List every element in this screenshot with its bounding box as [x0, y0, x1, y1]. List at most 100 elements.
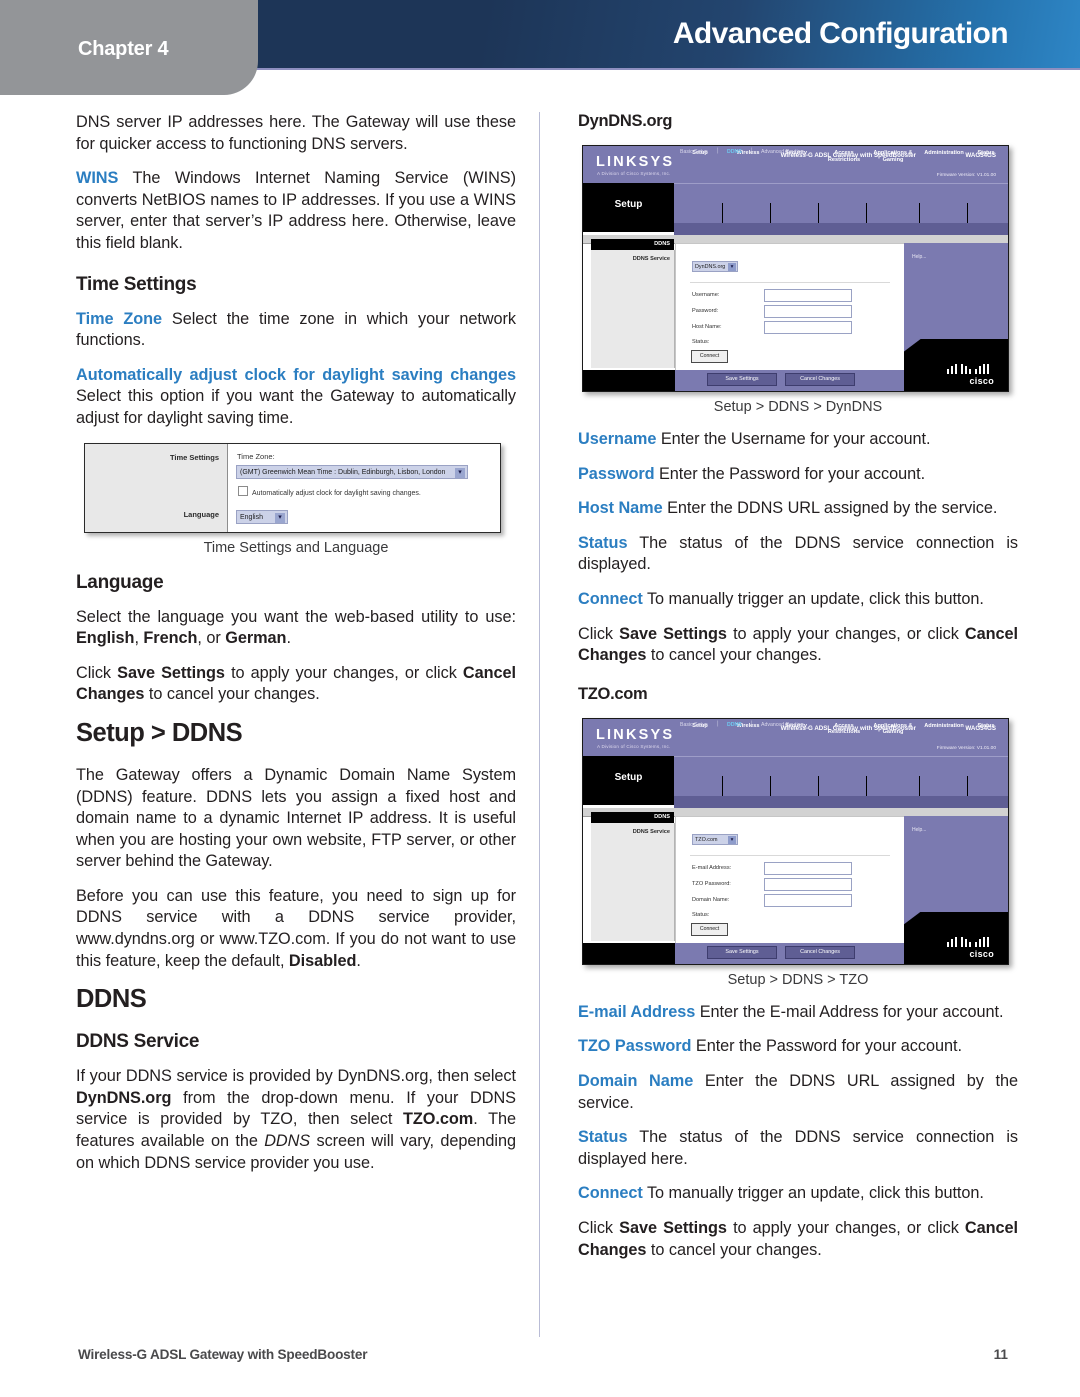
ddns-service-select[interactable]: TZO.com ▾	[692, 833, 738, 845]
field-label-status: Status:	[692, 339, 710, 345]
connect-button[interactable]: Connect	[691, 922, 728, 936]
tab-access-restrictions[interactable]: Access Restrictions	[822, 723, 866, 736]
tab-status[interactable]: Status	[969, 723, 1003, 730]
paragraph-domain-name: Domain Name Enter the DDNS URL assigned …	[578, 1071, 1018, 1112]
router-section-title: Setup	[614, 199, 643, 210]
linksys-logo-subtitle: A Division of Cisco Systems, Inc.	[597, 171, 671, 176]
cisco-bars-icon	[947, 363, 991, 374]
cisco-bars-icon	[947, 936, 991, 947]
term-email-address: E-mail Address	[578, 1002, 696, 1021]
router-subtab-row	[674, 223, 1008, 235]
tab-separator	[818, 203, 819, 223]
subtab-advanced-routing[interactable]: Advanced Routing	[761, 722, 803, 728]
heading-tzo-com: TZO.com	[578, 684, 648, 703]
paragraph-tzo-password: TZO Password Enter the Password for your…	[578, 1037, 962, 1056]
panel-divider	[690, 854, 890, 856]
term-auto-adjust: Automatically adjust clock for daylight …	[76, 365, 516, 384]
connect-button[interactable]: Connect	[691, 350, 728, 363]
figure-daylight-checkbox-row[interactable]: Automatically adjust clock for daylight …	[238, 485, 421, 497]
save-settings-button[interactable]: Save Settings	[707, 945, 777, 959]
paragraph-dns-continued: DNS server IP addresses here. The Gatewa…	[76, 113, 516, 153]
router-section-title: Setup	[614, 771, 643, 783]
field-label-tzo-password: TZO Password:	[692, 880, 731, 887]
subtab-ddns[interactable]: DDNS	[727, 722, 742, 728]
tab-applications-gaming[interactable]: Applications & Gaming	[868, 723, 918, 736]
field-label-domain-name: Domain Name:	[692, 896, 730, 903]
left-column: DNS server IP addresses here. The Gatewa…	[76, 112, 516, 1187]
paragraph-ddns-intro: The Gateway offers a Dynamic Domain Name…	[76, 765, 516, 871]
cisco-wordmark: cisco	[969, 948, 994, 959]
term-host-name: Host Name	[578, 499, 663, 518]
chevron-down-icon[interactable]: ▾	[728, 263, 736, 271]
tab-status[interactable]: Status	[969, 150, 1003, 157]
paragraph-status: Status The status of the DDNS service co…	[578, 533, 1018, 574]
subtab-advanced-routing[interactable]: Advanced Routing	[761, 149, 803, 155]
tab-separator	[722, 203, 723, 223]
sidebar-header-ddns: DDNS	[591, 811, 674, 823]
input-host-name[interactable]	[764, 321, 852, 334]
figure-daylight-checkbox-label: Automatically adjust clock for daylight …	[252, 489, 421, 497]
button-name-save-settings: Save Settings	[619, 1218, 727, 1237]
figure-time-settings-panel: Time Settings Language Time Zone: (GMT) …	[84, 442, 501, 533]
option-german: German	[225, 629, 287, 648]
chevron-down-icon[interactable]: ▾	[455, 467, 465, 478]
field-label-email-address: E-mail Address:	[692, 864, 732, 871]
chevron-down-icon[interactable]: ▾	[728, 835, 736, 844]
ddns-service-value: DynDNS.org	[695, 264, 726, 270]
save-settings-button[interactable]: Save Settings	[707, 373, 777, 386]
router-main-panel: DynDNS.org ▾ Username: Password: Host Nam…	[675, 243, 906, 372]
router-model-bar	[674, 755, 1008, 777]
input-domain-name[interactable]	[764, 893, 852, 907]
field-label-status: Status:	[692, 911, 710, 918]
right-column: DynDNS.org LINKSYS A Division of Cisco S…	[578, 112, 1018, 1274]
heading-ddns: DDNS	[76, 985, 147, 1014]
figure-caption-time-settings: Time Settings and Language	[203, 539, 389, 556]
subtab-basic-setup[interactable]: Basic Setup	[680, 149, 708, 155]
figure-label-language: Language	[183, 509, 219, 519]
option-french: French	[143, 629, 198, 648]
cancel-changes-button[interactable]: Cancel Changes	[785, 373, 855, 386]
paragraph-auto-adjust: Automatically adjust clock for daylight …	[76, 365, 516, 427]
option-dyndns-org: DynDNS.org	[76, 1088, 172, 1107]
tab-administration[interactable]: Administration	[921, 150, 967, 157]
tab-administration[interactable]: Administration	[921, 723, 967, 730]
figure-language-select[interactable]: English ▾	[236, 509, 288, 524]
tab-separator	[866, 775, 867, 796]
paragraph-wins: WINS The Windows Internet Naming Service…	[76, 169, 516, 252]
firmware-version-label: Firmware Version: V1.01.00	[936, 745, 996, 751]
figure-language-value: English	[240, 513, 263, 521]
chevron-down-icon[interactable]: ▾	[275, 512, 285, 523]
router-main-panel: TZO.com ▾ E-mail Address: TZO Password: D…	[675, 815, 906, 945]
page-footer: Wireless-G ADSL Gateway with SpeedBooste…	[0, 1337, 1080, 1397]
paragraph-connect-tzo: Connect To manually trigger an update, c…	[578, 1184, 984, 1203]
sidebar-panel: DDNS Service	[591, 822, 675, 941]
tab-access-restrictions[interactable]: Access Restrictions	[822, 150, 866, 163]
sidebar-header-ddns: DDNS	[591, 239, 674, 250]
input-username[interactable]	[764, 289, 852, 302]
router-tab-row	[674, 203, 1008, 223]
paragraph-language-options: Select the language you want the web-bas…	[76, 607, 516, 648]
subtab-basic-setup[interactable]: Basic Setup	[680, 722, 708, 728]
input-tzo-password[interactable]	[764, 877, 852, 891]
chapter-label: Chapter 4	[78, 38, 169, 60]
tab-separator	[770, 775, 771, 796]
help-label[interactable]: Help...	[912, 254, 926, 260]
tab-applications-gaming[interactable]: Applications & Gaming	[868, 150, 918, 163]
input-password[interactable]	[764, 305, 852, 318]
tab-separator	[919, 203, 920, 223]
ddns-service-select[interactable]: DynDNS.org ▾	[692, 261, 738, 272]
cancel-changes-button[interactable]: Cancel Changes	[785, 945, 855, 959]
figure-time-zone-select[interactable]: (GMT) Greenwich Mean Time : Dublin, Edin…	[236, 464, 468, 479]
tab-separator	[818, 775, 819, 796]
subtab-separator: |	[751, 720, 753, 727]
paragraph-save-settings-left: Click Save Settings to apply your change…	[76, 663, 516, 704]
input-email-address[interactable]	[764, 861, 852, 875]
sidebar-label-ddns-service: DDNS Service	[632, 828, 670, 835]
heading-dyndns-org: DynDNS.org	[578, 112, 673, 130]
option-english: English	[76, 629, 135, 648]
help-label[interactable]: Help...	[912, 827, 926, 833]
heading-ddns-service: DDNS Service	[76, 1031, 200, 1053]
ddns-service-value: TZO.com	[695, 836, 718, 843]
subtab-ddns[interactable]: DDNS	[727, 149, 742, 155]
checkbox-icon[interactable]	[238, 485, 248, 496]
